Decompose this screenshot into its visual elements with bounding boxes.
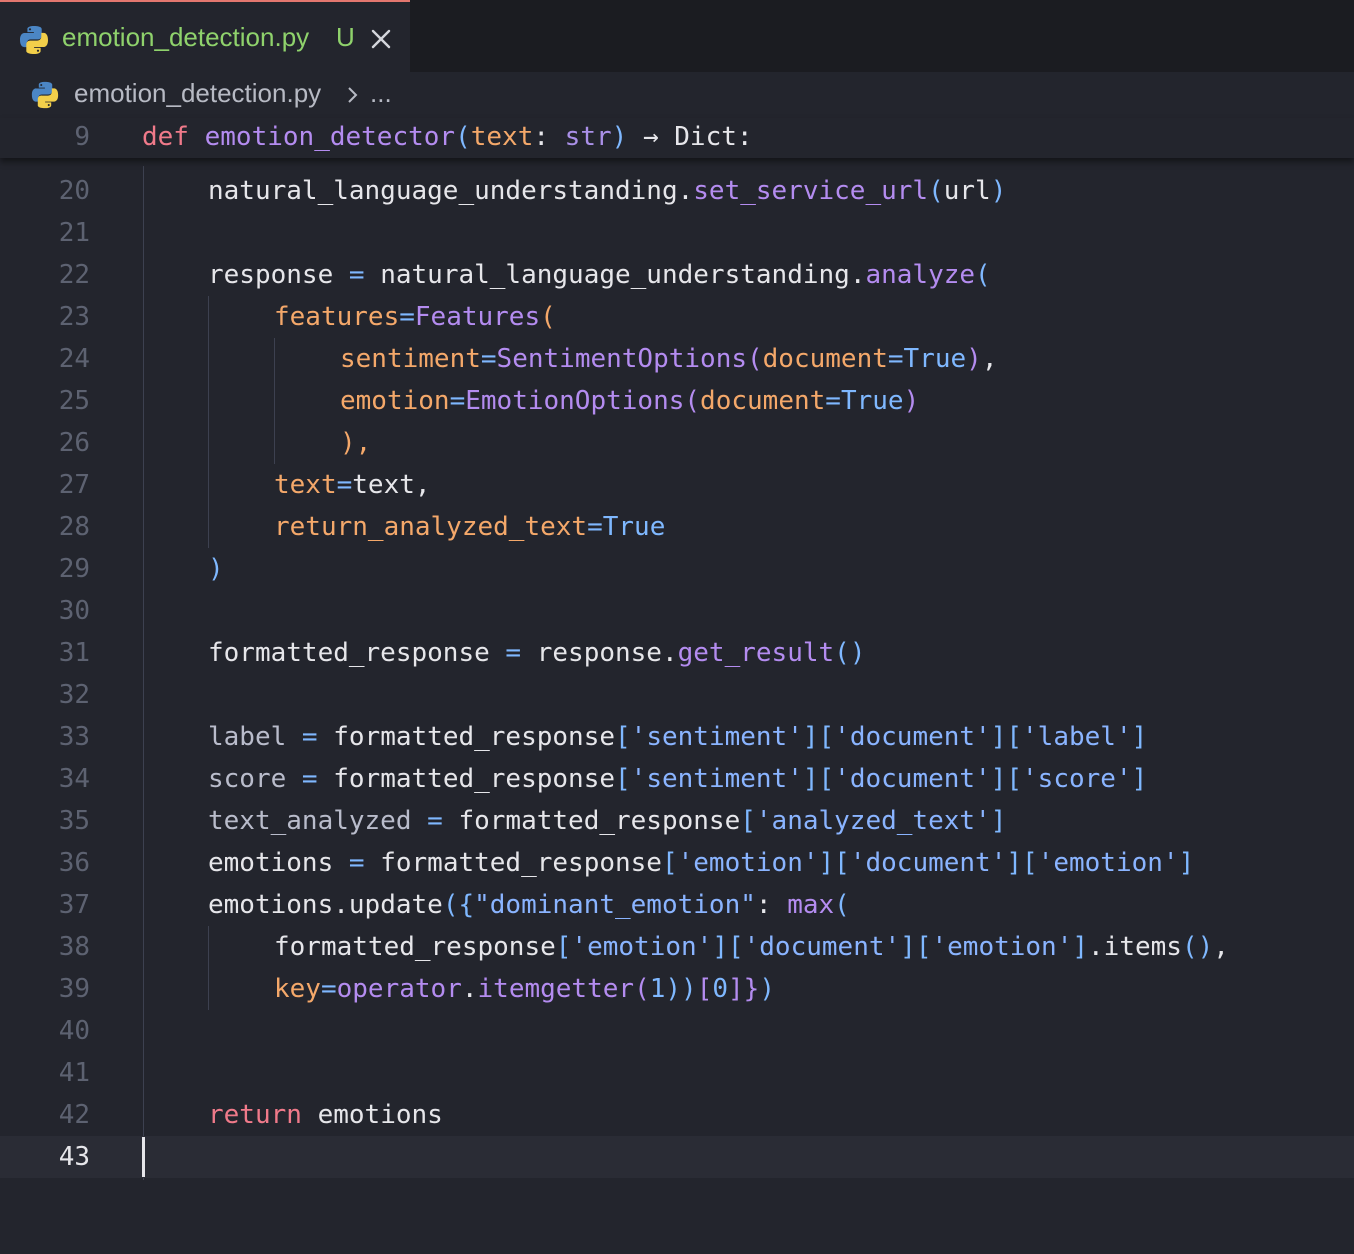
line-number: 37	[58, 890, 90, 920]
code-line: 28 return_analyzed_text=True	[0, 506, 1354, 548]
line-number: 30	[58, 596, 90, 626]
code-line: 27 text=text,	[0, 464, 1354, 506]
line-number: 25	[58, 386, 90, 416]
code-line: 42 return emotions	[0, 1094, 1354, 1136]
line-number: 26	[58, 428, 90, 458]
line-number: 32	[58, 680, 90, 710]
code-line: 40	[0, 1010, 1354, 1052]
line-number: 43	[58, 1142, 90, 1172]
code-line: def emotion_detector(text: str) → Dict:	[142, 122, 753, 152]
code-editor[interactable]: 20 natural_language_understanding.set_se…	[0, 166, 1354, 1206]
line-number: 36	[58, 848, 90, 878]
line-number: 40	[58, 1016, 90, 1046]
close-icon[interactable]	[368, 26, 394, 52]
tab-emotion-detection[interactable]: emotion_detection.py U	[0, 0, 410, 72]
code-line: 21	[0, 212, 1354, 254]
code-line: 26 ),	[0, 422, 1354, 464]
text-cursor	[142, 1137, 145, 1177]
code-line: 31 formatted_response = response.get_res…	[0, 632, 1354, 674]
code-line: 36 emotions = formatted_response['emotio…	[0, 842, 1354, 884]
chevron-right-icon	[348, 87, 358, 103]
line-number: 34	[58, 764, 90, 794]
breadcrumb-file[interactable]: emotion_detection.py	[74, 78, 321, 109]
line-number: 23	[58, 302, 90, 332]
code-line: 25 emotion=EmotionOptions(document=True)	[0, 380, 1354, 422]
line-number: 38	[58, 932, 90, 962]
code-line: 38 formatted_response['emotion']['docume…	[0, 926, 1354, 968]
untracked-badge: U	[336, 22, 355, 52]
code-line: 41	[0, 1052, 1354, 1094]
code-line: 37 emotions.update({"dominant_emotion": …	[0, 884, 1354, 926]
line-number: 21	[58, 218, 90, 248]
code-line: 22 response = natural_language_understan…	[0, 254, 1354, 296]
line-number: 31	[58, 638, 90, 668]
line-number: 20	[58, 176, 90, 206]
line-number: 22	[58, 260, 90, 290]
line-number: 9	[74, 122, 90, 152]
line-number: 33	[58, 722, 90, 752]
code-line: 34 score = formatted_response['sentiment…	[0, 758, 1354, 800]
code-line: 29 )	[0, 548, 1354, 590]
tab-bar: emotion_detection.py U	[0, 0, 1354, 72]
line-number: 39	[58, 974, 90, 1004]
line-number: 27	[58, 470, 90, 500]
line-number: 24	[58, 344, 90, 374]
code-line: 24 sentiment=SentimentOptions(document=T…	[0, 338, 1354, 380]
breadcrumb: emotion_detection.py ...	[0, 72, 1354, 118]
code-line: 35 text_analyzed = formatted_response['a…	[0, 800, 1354, 842]
sticky-scroll-line[interactable]: 9 def emotion_detector(text: str) → Dict…	[0, 118, 1354, 158]
line-number: 41	[58, 1058, 90, 1088]
code-line: 33 label = formatted_response['sentiment…	[0, 716, 1354, 758]
code-line: 23 features=Features(	[0, 296, 1354, 338]
code-line: 39 key=operator.itemgetter(1))[0]})	[0, 968, 1354, 1010]
current-line[interactable]: 43	[0, 1136, 1354, 1178]
line-number: 35	[58, 806, 90, 836]
tab-label: emotion_detection.py	[62, 22, 310, 52]
code-line: 32	[0, 674, 1354, 716]
python-icon	[31, 81, 59, 109]
line-number: 28	[58, 512, 90, 542]
python-icon	[20, 26, 48, 54]
line-number: 29	[58, 554, 90, 584]
line-number: 42	[58, 1100, 90, 1130]
code-line: 30	[0, 590, 1354, 632]
code-line: 20 natural_language_understanding.set_se…	[0, 170, 1354, 212]
breadcrumb-more[interactable]: ...	[370, 78, 392, 109]
